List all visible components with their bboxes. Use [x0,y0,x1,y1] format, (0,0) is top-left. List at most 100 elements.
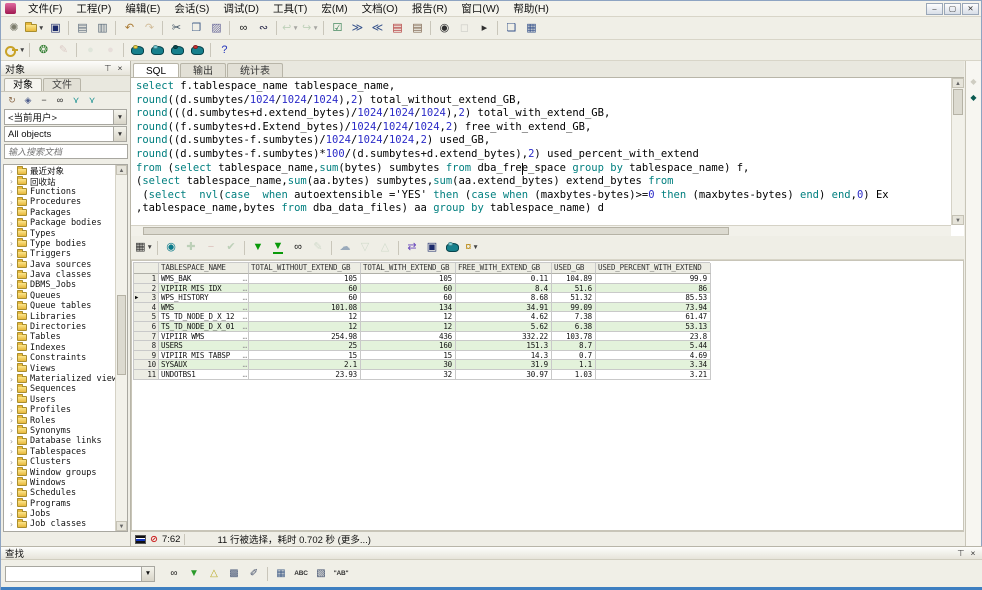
document-icon[interactable]: ▤ [407,19,427,37]
expand-icon[interactable]: ◈ [20,93,36,107]
new-icon[interactable]: ✺ [4,19,24,37]
indent-icon[interactable]: ≫ [347,19,367,37]
minimize-icon[interactable]: – [926,3,943,15]
column-header[interactable]: TABLESPACE_NAME [159,263,249,274]
new-command-window-icon[interactable] [167,41,187,59]
open-dropdown-icon[interactable]: ▼ [38,25,44,32]
cell-ellipsis-icon[interactable]: … [243,303,248,312]
table-row[interactable]: 10SYSAUX…2.13031.91.13.34 [134,360,710,370]
cell[interactable]: 104.89 [552,274,596,284]
tree-item[interactable]: ›Tablespaces [4,447,115,457]
pin-icon[interactable]: ⊤ [102,63,114,74]
expander-icon[interactable]: › [9,468,14,477]
cell[interactable]: 3.21 [596,370,711,380]
cell-ellipsis-icon[interactable]: … [243,293,248,302]
tree-item[interactable]: ›Java classes [4,270,115,280]
cell[interactable]: 332.22 [456,332,552,342]
tree-item[interactable]: ›Type bodies [4,239,115,249]
menu-item[interactable]: 调试(D) [216,0,266,17]
tree-item[interactable]: ›Programs [4,499,115,509]
expander-icon[interactable]: › [9,281,14,290]
user-select[interactable]: <当前用户> ▼ [4,109,127,125]
cell[interactable]: SYSAUX… [159,360,249,370]
scrollbar-thumb[interactable] [143,227,729,235]
expander-icon[interactable]: › [9,395,14,404]
cell[interactable]: 105 [361,274,456,284]
tree-item[interactable]: ›Tables [4,332,115,342]
tree-item[interactable]: ›Directories [4,322,115,332]
expander-icon[interactable]: › [9,520,14,529]
new-test-window-icon[interactable] [187,41,207,59]
browser-tab[interactable]: 对象 [4,78,42,91]
cell[interactable]: 99.09 [552,303,596,313]
cell[interactable]: 51.6 [552,284,596,294]
find-prev-icon[interactable]: △ [204,565,224,583]
cell[interactable]: 105 [249,274,361,284]
regex-icon[interactable]: ▧ [311,565,331,583]
add-row-icon[interactable]: ✚ [181,239,201,257]
sql-editor[interactable]: select f.tablespace_name tablespace_name… [131,78,964,236]
browser-tab[interactable]: 文件 [43,78,81,91]
tree-item[interactable]: ›Indexes [4,343,115,353]
editor-tab[interactable]: 统计表 [227,63,283,77]
logon-dropdown-icon[interactable]: ▼ [19,47,25,54]
cell[interactable]: 101.08 [249,303,361,313]
menu-item[interactable]: 宏(M) [314,0,354,17]
cell-ellipsis-icon[interactable]: … [243,341,248,350]
scroll-down-icon[interactable]: ▼ [116,521,127,531]
cell[interactable]: 31.9 [456,360,552,370]
doc-check-icon[interactable]: ☑ [327,19,347,37]
fetch-next-icon[interactable]: ▼ [248,239,268,257]
cell[interactable]: UNDOTBS1… [159,370,249,380]
cell-ellipsis-icon[interactable]: … [243,360,248,369]
scrollbar-thumb[interactable] [117,295,126,375]
cell[interactable]: VIPIIR_MIS_TABSP… [159,351,249,361]
cell[interactable]: 103.78 [552,332,596,342]
expander-icon[interactable]: › [9,343,14,352]
tree-item[interactable]: ›Materialized views [4,374,115,384]
column-header[interactable]: USED_GB [552,263,596,274]
tree-item[interactable]: ›Jobs [4,509,115,519]
cell[interactable]: 8.4 [456,284,552,294]
tree-item[interactable]: ›Triggers [4,249,115,259]
row-number[interactable]: 8 [134,341,159,351]
cell[interactable]: 3.34 [596,360,711,370]
table-row[interactable]: 8USERS…25160151.38.75.44 [134,341,710,351]
tree-item[interactable]: ›Package bodies [4,218,115,228]
chevron-down-icon[interactable]: ▼ [141,567,154,581]
cell[interactable]: 14.3 [456,351,552,361]
find-next-icon[interactable]: ∾ [253,19,273,37]
split-window-icon[interactable]: ▦ [521,19,541,37]
cell[interactable]: 12 [249,312,361,322]
expander-icon[interactable]: › [9,333,14,342]
tree-item[interactable]: ›Profiles [4,405,115,415]
cell[interactable]: 61.47 [596,312,711,322]
logon-icon[interactable]: ▼ [4,41,26,59]
expander-icon[interactable]: › [9,187,14,196]
column-header[interactable]: FREE_WITH_EXTEND_GB [456,263,552,274]
row-number[interactable]: 9 [134,351,159,361]
tree-item[interactable]: ›Procedures [4,197,115,207]
cell[interactable]: 8.7 [552,341,596,351]
cell[interactable]: 23.93 [249,370,361,380]
cell[interactable]: 1.1 [552,360,596,370]
cell[interactable]: 99.9 [596,274,711,284]
forward-icon[interactable]: ↪▼ [300,19,320,37]
menu-item[interactable]: 工具(T) [266,0,314,17]
tree-item[interactable]: ›Synonyms [4,426,115,436]
cell[interactable]: 160 [361,341,456,351]
cell[interactable]: 151.3 [456,341,552,351]
new-sql-window-icon[interactable] [127,41,147,59]
mark-all-icon[interactable]: ▩ [224,565,244,583]
cell[interactable]: VIPIIR_MIS_IDX… [159,284,249,294]
expander-icon[interactable]: › [9,416,14,425]
cell[interactable]: 86 [596,284,711,294]
cell[interactable]: 254.98 [249,332,361,342]
cell[interactable]: 73.94 [596,303,711,313]
cell[interactable]: 7.38 [552,312,596,322]
cell[interactable]: 60 [249,284,361,294]
find-next-icon[interactable]: ▼ [184,565,204,583]
filter-edit-icon[interactable]: ⋎ [84,93,100,107]
row-number[interactable]: 7 [134,332,159,342]
tree-item[interactable]: ›Window groups [4,467,115,477]
